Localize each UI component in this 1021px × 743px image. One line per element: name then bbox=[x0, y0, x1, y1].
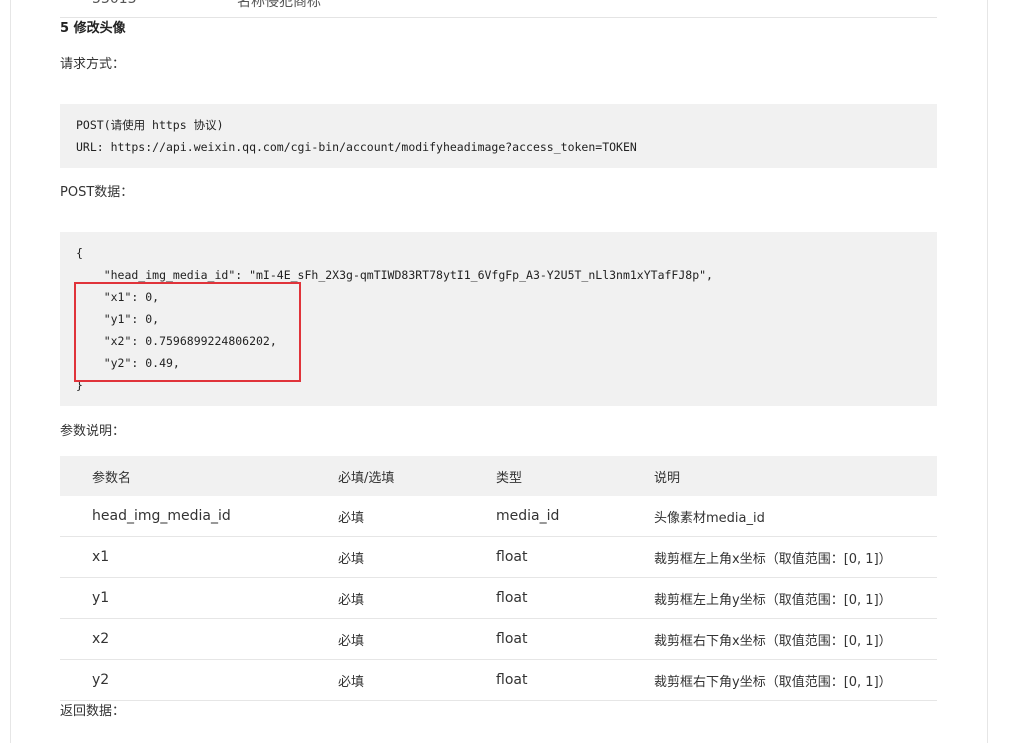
header-required: 必填/选填 bbox=[338, 456, 496, 496]
cell-param-name: head_img_media_id bbox=[60, 496, 338, 537]
cell-param-name: x2 bbox=[60, 618, 338, 660]
cell-param-name: y2 bbox=[60, 659, 338, 701]
cell-required: 必填 bbox=[338, 577, 496, 619]
header-type: 类型 bbox=[496, 456, 654, 496]
cell-description: 裁剪框右下角x坐标（取值范围：[0, 1]） bbox=[654, 618, 937, 660]
cell-description: 头像素材media_id bbox=[654, 496, 937, 537]
code-line: URL: https://api.weixin.qq.com/cgi-bin/a… bbox=[76, 140, 637, 154]
return-data-label: 返回数据： bbox=[60, 704, 126, 719]
request-code-block: POST(请使用 https 协议) URL: https://api.weix… bbox=[60, 104, 937, 168]
cell-type: float bbox=[496, 659, 654, 701]
cell-description: 裁剪框左上角y坐标（取值范围：[0, 1]） bbox=[654, 577, 937, 619]
table-row: head_img_media_id 必填 media_id 头像素材media_… bbox=[60, 496, 937, 537]
page-frame-left-border bbox=[10, 0, 11, 743]
code-line: POST(请使用 https 协议) bbox=[76, 118, 224, 132]
cell-required: 必填 bbox=[338, 496, 496, 537]
code-line: "x1": 0, bbox=[76, 290, 160, 304]
post-data-label: POST数据： bbox=[60, 185, 134, 200]
page-frame-right-border bbox=[987, 0, 988, 743]
cell-description: 裁剪框右下角y坐标（取值范围：[0, 1]） bbox=[654, 659, 937, 701]
params-table: 参数名 必填/选填 类型 说明 head_img_media_id 必填 med… bbox=[60, 456, 937, 701]
request-method-label: 请求方式： bbox=[60, 57, 126, 72]
post-data-code-block: { "head_img_media_id": "mI-4E_sFh_2X3g-q… bbox=[60, 232, 937, 406]
cell-param-name: x1 bbox=[60, 536, 338, 578]
cell-param-name: y1 bbox=[60, 577, 338, 619]
table-header-row: 参数名 必填/选填 类型 说明 bbox=[60, 456, 937, 496]
cell-required: 必填 bbox=[338, 659, 496, 701]
code-line: { bbox=[76, 246, 83, 260]
table-row: y2 必填 float 裁剪框右下角y坐标（取值范围：[0, 1]） bbox=[60, 659, 937, 701]
section-title: 5 修改头像 bbox=[60, 21, 126, 36]
cell-description: 裁剪框左上角x坐标（取值范围：[0, 1]） bbox=[654, 536, 937, 578]
cell-required: 必填 bbox=[338, 536, 496, 578]
table-row: x1 必填 float 裁剪框左上角x坐标（取值范围：[0, 1]） bbox=[60, 536, 937, 578]
previous-row-code: 53013 bbox=[92, 0, 137, 7]
previous-table-last-row: 53013 名称侵犯商标 bbox=[60, 0, 937, 18]
previous-row-text: 名称侵犯商标 bbox=[237, 0, 321, 10]
code-line: "head_img_media_id": "mI-4E_sFh_2X3g-qmT… bbox=[76, 268, 713, 282]
cell-type: float bbox=[496, 536, 654, 578]
header-description: 说明 bbox=[654, 456, 937, 496]
header-param-name: 参数名 bbox=[60, 456, 338, 496]
code-line: } bbox=[76, 378, 83, 392]
params-label: 参数说明： bbox=[60, 424, 126, 439]
table-row: y1 必填 float 裁剪框左上角y坐标（取值范围：[0, 1]） bbox=[60, 577, 937, 619]
cell-required: 必填 bbox=[338, 618, 496, 660]
code-line: "y2": 0.49, bbox=[76, 356, 180, 370]
code-line: "x2": 0.7596899224806202, bbox=[76, 334, 277, 348]
cell-type: float bbox=[496, 618, 654, 660]
cell-type: media_id bbox=[496, 496, 654, 537]
code-line: "y1": 0, bbox=[76, 312, 160, 326]
cell-type: float bbox=[496, 577, 654, 619]
table-row: x2 必填 float 裁剪框右下角x坐标（取值范围：[0, 1]） bbox=[60, 618, 937, 660]
